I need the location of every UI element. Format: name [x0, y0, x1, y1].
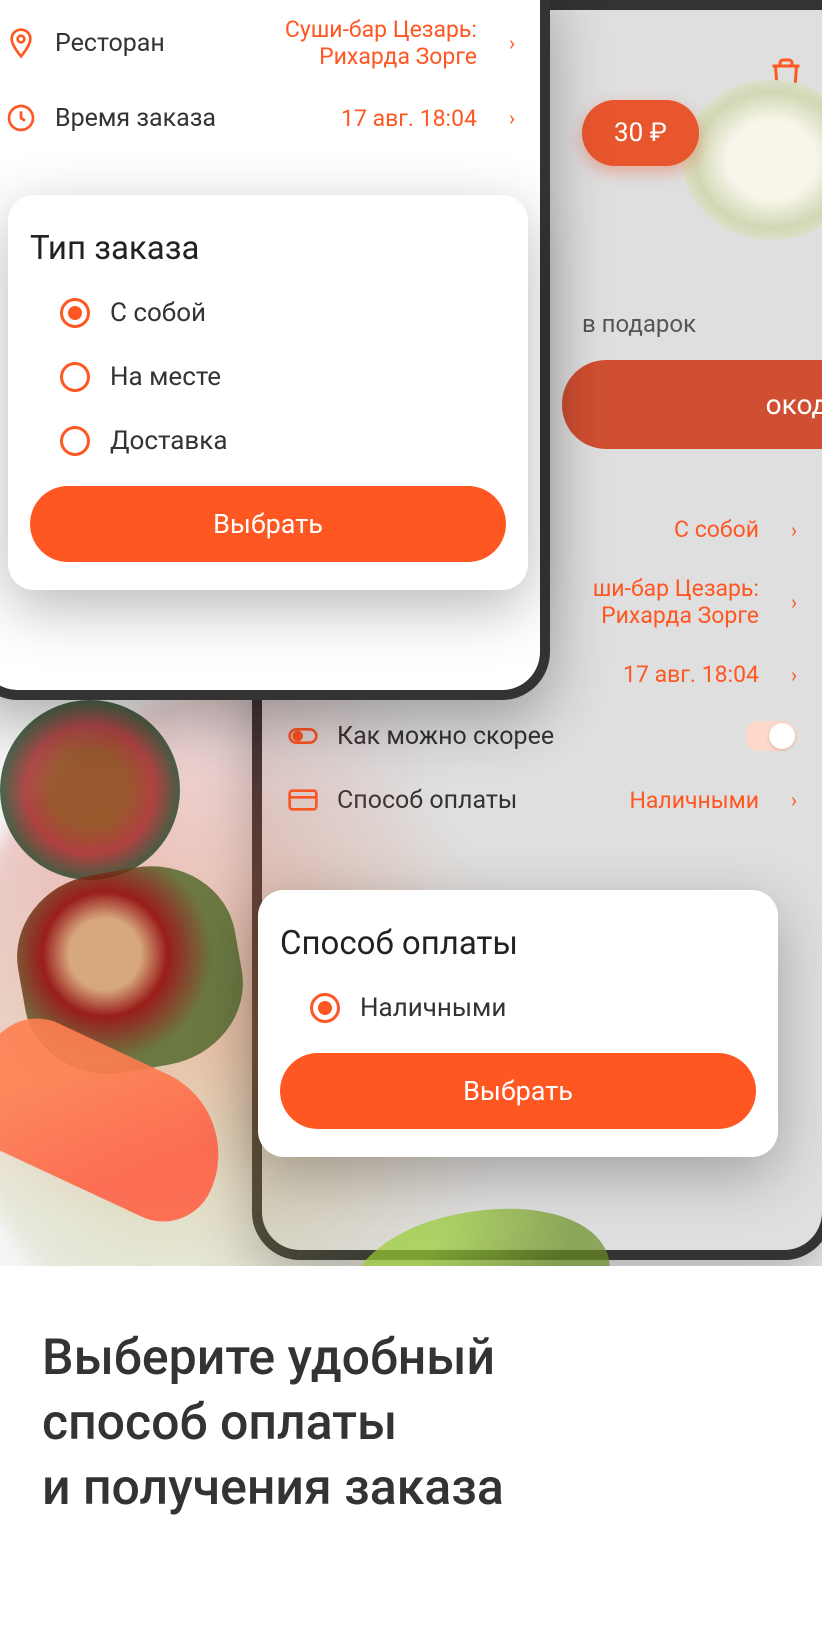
payment-method-modal: Способ оплаты Наличными Выбрать [258, 890, 778, 1157]
order-type-value: С собой [674, 516, 759, 543]
promo-button[interactable]: окод [562, 360, 822, 449]
radio-icon [310, 993, 340, 1023]
modal-title: Способ оплаты [280, 924, 756, 963]
radio-icon [60, 298, 90, 328]
marketing-panel: Выберите удобный способ оплаты и получен… [0, 1266, 822, 1646]
restaurant-label: Ресторан [55, 29, 165, 58]
trash-icon[interactable] [768, 55, 804, 95]
radio-label: На месте [110, 362, 221, 392]
chevron-right-icon: › [791, 663, 797, 687]
asap-toggle[interactable] [745, 721, 797, 751]
marketing-headline: Выберите удобный способ оплаты и получен… [42, 1326, 780, 1521]
payment-value: Наличными [630, 787, 759, 814]
gift-label: в подарок [582, 310, 696, 338]
radio-option-takeaway[interactable]: С собой [60, 298, 506, 328]
restaurant-value: Суши-бар Цезарь: Рихарда Зорге [247, 16, 477, 70]
restaurant-value: ши-бар Цезарь:Рихарда Зорге [593, 575, 759, 629]
modal-title: Тип заказа [30, 229, 506, 268]
order-time-label: Время заказа [55, 104, 216, 133]
select-button[interactable]: Выбрать [30, 486, 506, 562]
select-button[interactable]: Выбрать [280, 1053, 756, 1129]
chevron-right-icon: › [791, 590, 797, 614]
radio-option-delivery[interactable]: Доставка [60, 426, 506, 456]
radio-label: Доставка [110, 426, 228, 456]
price-badge: 30 ₽ [582, 100, 699, 166]
chevron-right-icon: › [791, 518, 797, 542]
clock-icon [5, 102, 37, 134]
order-type-modal: Тип заказа С собой На месте Доставка Выб… [8, 195, 528, 590]
payment-radio-group: Наличными [280, 993, 756, 1023]
order-time-value: 17 авг. 18:04 [341, 105, 477, 132]
radio-label: С собой [110, 298, 206, 328]
chevron-right-icon: › [509, 31, 515, 55]
restaurant-row[interactable]: Ресторан Суши-бар Цезарь: Рихарда Зорге … [5, 0, 515, 86]
order-time-value: 17 авг. 18:04 [623, 661, 759, 688]
chevron-right-icon: › [791, 788, 797, 812]
radio-icon [60, 362, 90, 392]
radio-option-dinein[interactable]: На месте [60, 362, 506, 392]
radio-option-cash[interactable]: Наличными [310, 993, 756, 1023]
sushi-illustration [0, 700, 180, 880]
order-type-radio-group: С собой На месте Доставка [30, 298, 506, 456]
radio-label: Наличными [360, 993, 506, 1023]
radio-icon [60, 426, 90, 456]
chevron-right-icon: › [509, 106, 515, 130]
food-image [682, 80, 822, 240]
order-time-row[interactable]: Время заказа 17 авг. 18:04 › [5, 86, 515, 150]
location-icon [5, 27, 37, 59]
